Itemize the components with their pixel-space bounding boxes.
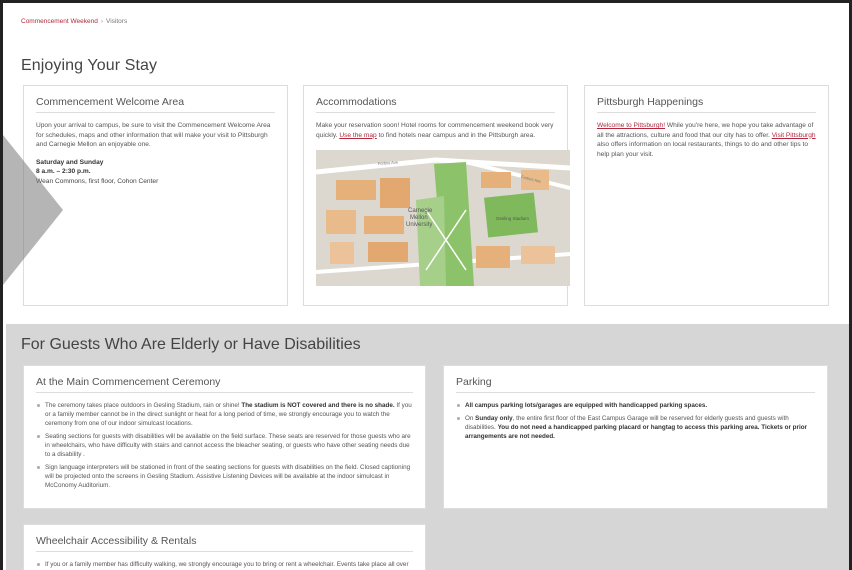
ceremony-item1-text: The ceremony takes place outdoors in Ges…: [45, 402, 240, 409]
pittsburgh-happenings-title: Pittsburgh Happenings: [597, 96, 816, 113]
accessibility-section-title: For Guests Who Are Elderly or Have Disab…: [21, 336, 361, 353]
accommodations-title: Accommodations: [316, 96, 555, 113]
wheelchair-card: Wheelchair Accessibility & Rentals If yo…: [23, 524, 426, 570]
list-item: Sign language interpreters will be stati…: [36, 463, 413, 490]
welcome-time: 8 a.m. – 2:30 p.m.: [36, 168, 91, 175]
breadcrumb-current: Visitors: [106, 18, 128, 25]
list-item: The ceremony takes place outdoors in Ges…: [36, 401, 413, 428]
parking-item2-emphasis: You do not need a handicapped parking pl…: [465, 424, 807, 440]
accommodations-card: Accommodations Make your reservation soo…: [303, 85, 570, 306]
use-the-map-link[interactable]: Use the map: [339, 132, 376, 139]
list-item: If you or a family member has difficulty…: [36, 560, 413, 570]
map-label-stadium: Gesling Stadium: [496, 216, 529, 221]
welcome-to-pittsburgh-link[interactable]: Welcome to Pittsburgh!: [597, 122, 665, 129]
main-ceremony-card: At the Main Commencement Ceremony The ce…: [23, 365, 426, 509]
accommodations-body: Make your reservation soon! Hotel rooms …: [316, 121, 555, 140]
list-item: On Sunday only, the entire first floor o…: [456, 414, 815, 441]
ceremony-item1-emphasis: The stadium is NOT covered and there is …: [241, 402, 395, 409]
main-ceremony-title: At the Main Commencement Ceremony: [36, 376, 413, 393]
campus-map-graphic: Carnegie Mellon University Gesling Stadi…: [316, 150, 570, 286]
parking-title: Parking: [456, 376, 815, 393]
visit-pittsburgh-link[interactable]: Visit Pittsburgh: [772, 132, 816, 139]
breadcrumb-separator: ›: [100, 18, 104, 25]
wheelchair-list: If you or a family member has difficulty…: [36, 560, 413, 570]
parking-item2-sunday: Sunday only: [475, 415, 513, 422]
welcome-area-hours: Saturday and Sunday 8 a.m. – 2:30 p.m. W…: [36, 158, 275, 187]
page-title: Enjoying Your Stay: [21, 57, 158, 74]
page-frame: Commencement Weekend › Visitors Enjoying Y…: [0, 0, 852, 570]
accommodations-text-after: to find hotels near campus and in the Pi…: [378, 131, 536, 139]
pittsburgh-happenings-body: Welcome to Pittsburgh! While you're here…: [597, 121, 816, 159]
welcome-area-title: Commencement Welcome Area: [36, 96, 275, 113]
parking-card: Parking All campus parking lots/garages …: [443, 365, 828, 509]
parking-list: All campus parking lots/garages are equi…: [456, 401, 815, 441]
welcome-area-body: Upon your arrival to campus, be sure to …: [36, 122, 271, 148]
wheelchair-title: Wheelchair Accessibility & Rentals: [36, 535, 413, 552]
parking-item2-text-a: On: [465, 415, 474, 422]
pittsburgh-happenings-card: Pittsburgh Happenings Welcome to Pittsbu…: [584, 85, 829, 306]
slide-arrow-icon[interactable]: [3, 135, 63, 285]
main-ceremony-list: The ceremony takes place outdoors in Ges…: [36, 401, 413, 490]
breadcrumb-link-commencement[interactable]: Commencement Weekend: [21, 18, 98, 25]
list-item: Seating sections for guests with disabil…: [36, 432, 413, 459]
campus-map[interactable]: Carnegie Mellon University Gesling Stadi…: [316, 150, 570, 286]
breadcrumb: Commencement Weekend › Visitors: [21, 18, 127, 25]
welcome-days: Saturday and Sunday: [36, 158, 104, 166]
list-item: All campus parking lots/garages are equi…: [456, 401, 815, 410]
happenings-text-2: also offers information on local restaur…: [597, 141, 808, 158]
